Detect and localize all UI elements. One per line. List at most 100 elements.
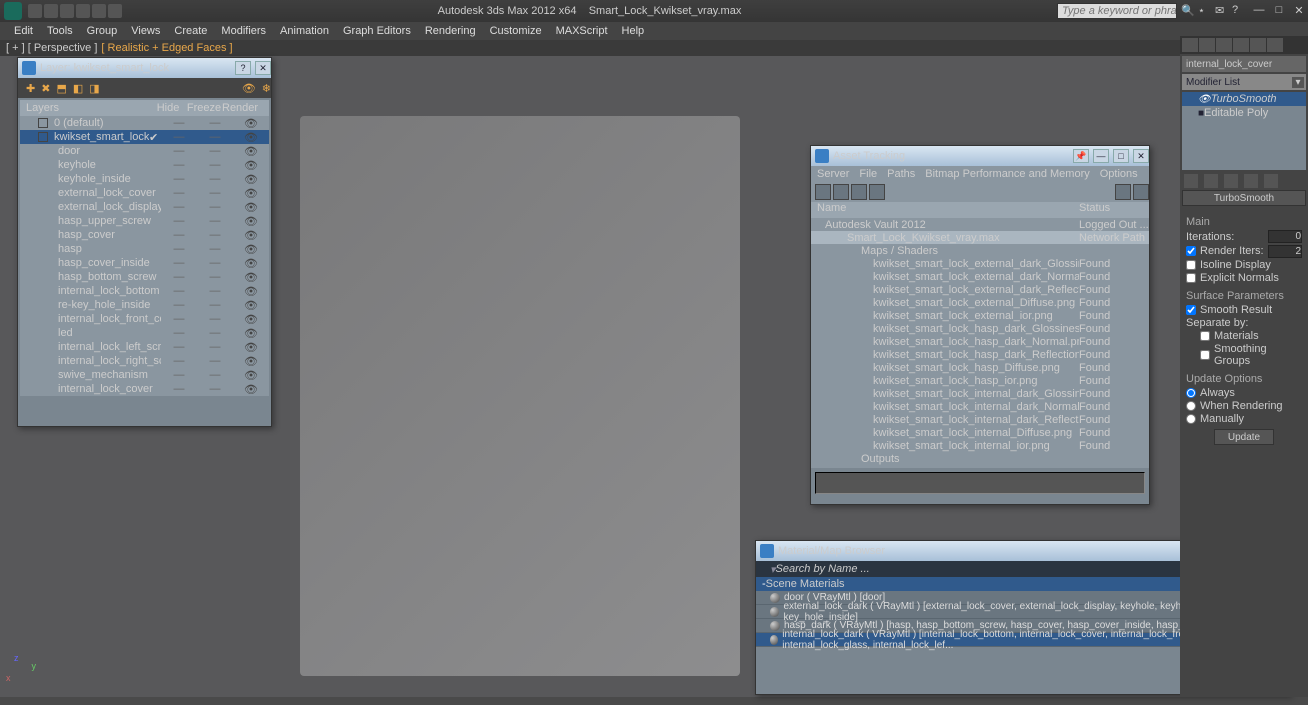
help-search-input[interactable] (1057, 3, 1177, 19)
materials-check[interactable] (1200, 331, 1210, 341)
asset-row[interactable]: kwikset_smart_lock_internal_Diffuse.pngF… (811, 426, 1149, 439)
show-result-icon[interactable] (1204, 174, 1218, 188)
minimize-button[interactable]: — (1250, 4, 1268, 18)
layer-panel-titlebar[interactable]: Layer: kwikset_smart_lock ? ✕ (18, 58, 271, 78)
asset-row[interactable]: kwikset_smart_lock_external_Diffuse.pngF… (811, 296, 1149, 309)
asset-row[interactable]: Autodesk Vault 2012Logged Out ... (811, 218, 1149, 231)
asset-row[interactable]: kwikset_smart_lock_external_ior.pngFound (811, 309, 1149, 322)
asset-row[interactable]: kwikset_smart_lock_internal_ior.pngFound (811, 439, 1149, 452)
render-iters-input[interactable] (1268, 245, 1302, 258)
layer-row[interactable]: hasp_cover_inside——👁 (20, 256, 269, 270)
layer-row[interactable]: internal_lock_left_screw——👁 (20, 340, 269, 354)
asset-row[interactable]: kwikset_smart_lock_internal_dark_Glossin… (811, 387, 1149, 400)
when-rendering-radio[interactable] (1186, 401, 1196, 411)
layer-row[interactable]: hasp_upper_screw——👁 (20, 214, 269, 228)
motion-tab-icon[interactable] (1233, 38, 1249, 52)
freeze-layer-icon[interactable]: ❄ (262, 82, 271, 95)
layer-row[interactable]: keyhole_inside——👁 (20, 172, 269, 186)
freeze-col[interactable]: Freeze (186, 102, 222, 114)
asset-panel-maximize-button[interactable]: □ (1113, 149, 1129, 163)
iterations-input[interactable] (1268, 230, 1302, 243)
asset-panel-titlebar[interactable]: Asset Tracking 📌 — □ ✕ (811, 146, 1149, 166)
layer-panel-help-button[interactable]: ? (235, 61, 251, 75)
layer-row[interactable]: door——👁 (20, 144, 269, 158)
asset-help-icon[interactable] (1133, 184, 1149, 200)
layer-row[interactable]: led——👁 (20, 326, 269, 340)
asset-row[interactable]: kwikset_smart_lock_hasp_dark_Normal.pngF… (811, 335, 1149, 348)
asset-row[interactable]: Outputs (811, 452, 1149, 465)
hide-layer-icon[interactable]: 👁 (242, 82, 256, 95)
modifier-list-dropdown[interactable]: Modifier List (1182, 74, 1306, 90)
layer-row[interactable]: hasp——👁 (20, 242, 269, 256)
search-icon[interactable]: 🔍 (1181, 4, 1195, 18)
menu-group[interactable]: Group (87, 25, 118, 37)
asset-menu-bitmap-performance-and-memory[interactable]: Bitmap Performance and Memory (925, 168, 1089, 180)
asset-row[interactable]: kwikset_smart_lock_external_dark_Reflect… (811, 283, 1149, 296)
smoothing-groups-check[interactable] (1200, 350, 1210, 360)
new-layer-icon[interactable]: ✚ (26, 82, 35, 95)
modifier-turbosmooth[interactable]: 👁 TurboSmooth (1182, 92, 1306, 106)
create-tab-icon[interactable] (1182, 38, 1198, 52)
isoline-check[interactable] (1186, 260, 1196, 270)
modify-tab-icon[interactable] (1199, 38, 1215, 52)
menu-modifiers[interactable]: Modifiers (221, 25, 266, 37)
pin-stack-icon[interactable] (1184, 174, 1198, 188)
layer-row[interactable]: internal_lock_right_screw——👁 (20, 354, 269, 368)
qat-redo-icon[interactable] (92, 4, 106, 18)
layer-row[interactable]: external_lock_cover——👁 (20, 186, 269, 200)
delete-layer-icon[interactable]: ✖ (41, 82, 50, 95)
make-unique-icon[interactable] (1224, 174, 1238, 188)
viewport-config-label[interactable]: [ + ] [ Perspective ] (6, 42, 97, 54)
layer-row[interactable]: internal_lock_bottom——👁 (20, 284, 269, 298)
menu-tools[interactable]: Tools (47, 25, 73, 37)
asset-panel-minimize-button[interactable]: — (1093, 149, 1109, 163)
asset-row[interactable]: Maps / Shaders (811, 244, 1149, 257)
asset-row[interactable]: kwikset_smart_lock_hasp_dark_Reflection.… (811, 348, 1149, 361)
layer-row[interactable]: hasp_bottom_screw——👁 (20, 270, 269, 284)
layer-row[interactable]: 0 (default)——👁 (20, 116, 269, 130)
asset-row[interactable]: kwikset_smart_lock_hasp_Diffuse.pngFound (811, 361, 1149, 374)
asset-refresh-icon[interactable] (815, 184, 831, 200)
selection-name-field[interactable]: internal_lock_cover (1182, 56, 1306, 72)
asset-list-icon[interactable] (851, 184, 867, 200)
app-logo-icon[interactable] (4, 2, 22, 20)
layer-panel-close-button[interactable]: ✕ (255, 61, 271, 75)
explicit-normals-check[interactable] (1186, 273, 1196, 283)
smooth-result-check[interactable] (1186, 305, 1196, 315)
asset-row[interactable]: kwikset_smart_lock_internal_dark_Normal.… (811, 400, 1149, 413)
asset-menu-file[interactable]: File (859, 168, 877, 180)
layer-row[interactable]: swive_mechanism——👁 (20, 368, 269, 382)
rollout-turbosmooth-title[interactable]: TurboSmooth (1182, 190, 1306, 206)
asset-row[interactable]: kwikset_smart_lock_hasp_ior.pngFound (811, 374, 1149, 387)
asset-menu-paths[interactable]: Paths (887, 168, 915, 180)
layer-row[interactable]: keyhole——👁 (20, 158, 269, 172)
menu-create[interactable]: Create (174, 25, 207, 37)
close-button[interactable]: ✕ (1290, 4, 1308, 18)
menu-customize[interactable]: Customize (490, 25, 542, 37)
signin-icon[interactable]: ✉ (1215, 4, 1229, 18)
help-icon[interactable]: ? (1232, 4, 1246, 18)
render-col[interactable]: Render (222, 102, 258, 114)
asset-menu-server[interactable]: Server (817, 168, 849, 180)
hide-col[interactable]: Hide (150, 102, 186, 114)
display-tab-icon[interactable] (1250, 38, 1266, 52)
update-button[interactable]: Update (1214, 429, 1274, 445)
select-layer-icon[interactable]: ◧ (73, 82, 83, 95)
viewport-shading-label[interactable]: [ Realistic + Edged Faces ] (101, 42, 232, 54)
manually-radio[interactable] (1186, 414, 1196, 424)
layers-col[interactable]: Layers (20, 102, 150, 114)
asset-panel-close-button[interactable]: ✕ (1133, 149, 1149, 163)
menu-maxscript[interactable]: MAXScript (556, 25, 608, 37)
qat-open-icon[interactable] (44, 4, 58, 18)
menu-animation[interactable]: Animation (280, 25, 329, 37)
maximize-button[interactable]: □ (1270, 4, 1288, 18)
layer-row[interactable]: kwikset_smart_lock✔——👁 (20, 130, 269, 144)
asset-row[interactable]: kwikset_smart_lock_external_dark_Glossin… (811, 257, 1149, 270)
asset-row[interactable]: kwikset_smart_lock_external_dark_Normal.… (811, 270, 1149, 283)
layer-row[interactable]: hasp_cover——👁 (20, 228, 269, 242)
asset-options-icon[interactable] (1115, 184, 1131, 200)
qat-save-icon[interactable] (60, 4, 74, 18)
asset-tree-icon[interactable] (833, 184, 849, 200)
menu-edit[interactable]: Edit (14, 25, 33, 37)
qat-undo-icon[interactable] (76, 4, 90, 18)
